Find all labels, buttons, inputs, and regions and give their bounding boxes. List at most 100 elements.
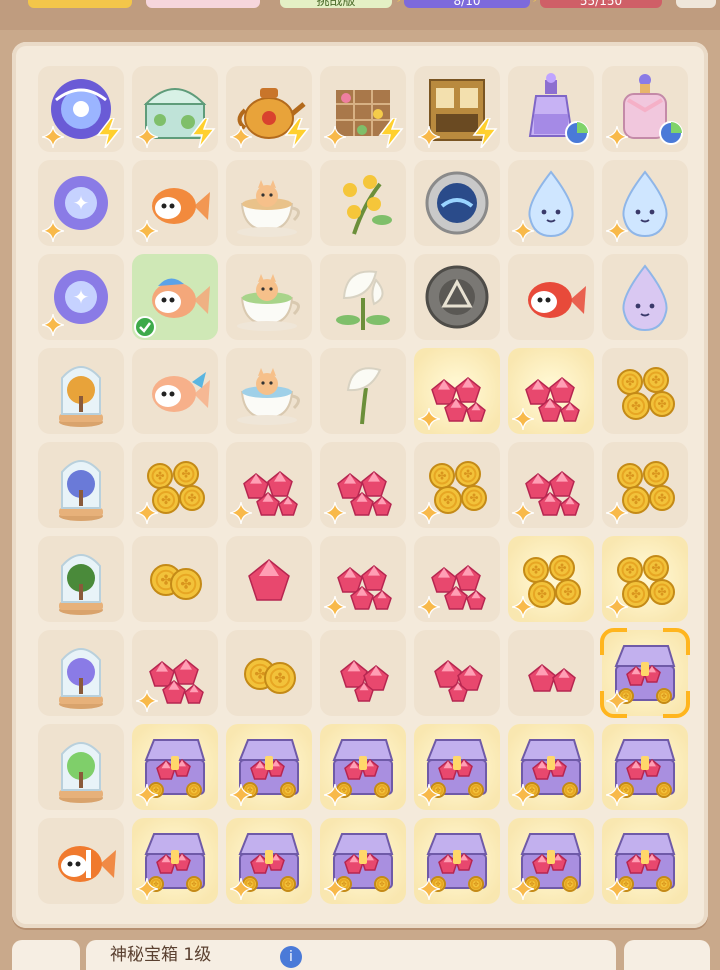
lightning-icon: [96, 117, 122, 149]
coin-pile-icon[interactable]: ✤ ✤ ✤ ✤: [606, 352, 684, 430]
board-cell[interactable]: ✤ ✤: [128, 532, 222, 626]
board-cell[interactable]: ✤ ✤: [222, 626, 316, 720]
board-cell[interactable]: [504, 156, 598, 250]
calla-lily-icon[interactable]: [324, 258, 402, 336]
koi-fish-icon[interactable]: [136, 352, 214, 430]
bottom-right-panel[interactable]: [624, 940, 710, 970]
stone-seal-icon[interactable]: [418, 258, 496, 336]
board-cell[interactable]: [410, 344, 504, 438]
board-cell[interactable]: [222, 344, 316, 438]
board-cell[interactable]: [222, 438, 316, 532]
info-icon[interactable]: i: [280, 946, 302, 968]
board-cell[interactable]: ✤ ✤: [222, 720, 316, 814]
board-cell[interactable]: [504, 250, 598, 344]
board-cell[interactable]: ✤ ✤ ✤ ✤: [128, 438, 222, 532]
cat-teacup-icon[interactable]: [230, 352, 308, 430]
board-cell[interactable]: [222, 62, 316, 156]
board-cell[interactable]: [410, 62, 504, 156]
board-cell[interactable]: [410, 156, 504, 250]
board-cell[interactable]: [128, 626, 222, 720]
board-cell[interactable]: ✤ ✤: [598, 626, 692, 720]
board-cell[interactable]: [316, 250, 410, 344]
cat-tea-cup-icon[interactable]: [230, 164, 308, 242]
bottom-left-panel[interactable]: [12, 940, 80, 970]
water-drop-small-icon[interactable]: [606, 258, 684, 336]
board-cell[interactable]: [34, 626, 128, 720]
board-cell[interactable]: ✤ ✤: [598, 720, 692, 814]
board-cell[interactable]: [222, 156, 316, 250]
coin-counter[interactable]: [28, 0, 132, 8]
board-cell[interactable]: ✦: [34, 250, 128, 344]
gem-icon[interactable]: [230, 540, 308, 618]
osmanthus-flower-icon[interactable]: [324, 164, 402, 242]
board-cell[interactable]: ✤ ✤: [316, 720, 410, 814]
board-cell[interactable]: ✤ ✤ ✤ ✤: [598, 532, 692, 626]
cat-green-tea-icon[interactable]: [230, 258, 308, 336]
board-cell[interactable]: ✤ ✤: [504, 720, 598, 814]
coin-pair-icon[interactable]: ✤ ✤: [230, 634, 308, 712]
board-cell[interactable]: ✤ ✤ ✤ ✤: [504, 532, 598, 626]
coin-pair-icon[interactable]: ✤ ✤: [136, 540, 214, 618]
board-cell[interactable]: [410, 626, 504, 720]
bonsai-jar-icon[interactable]: [42, 540, 120, 618]
board-cell[interactable]: ✤ ✤ ✤ ✤: [598, 344, 692, 438]
energy-a-value: 8/10: [453, 0, 481, 8]
board-cell[interactable]: [316, 156, 410, 250]
clownfish-icon[interactable]: [42, 822, 120, 900]
board-cell[interactable]: [598, 62, 692, 156]
board-cell[interactable]: [504, 62, 598, 156]
energy-counter-b[interactable]: ⚡ 55/150: [532, 0, 662, 8]
board-cell[interactable]: [504, 626, 598, 720]
board-cell[interactable]: [34, 814, 128, 908]
svg-text:✤: ✤: [161, 493, 171, 507]
red-fish-icon[interactable]: [512, 258, 590, 336]
board-cell[interactable]: ✤ ✤: [128, 720, 222, 814]
board-cell[interactable]: [128, 344, 222, 438]
board-cell[interactable]: [34, 344, 128, 438]
board-cell[interactable]: [34, 438, 128, 532]
gem-pair-icon[interactable]: [512, 634, 590, 712]
blue-tree-jar-icon[interactable]: [42, 446, 120, 524]
board-cell[interactable]: [598, 250, 692, 344]
board-cell[interactable]: [410, 250, 504, 344]
golden-tree-jar-icon[interactable]: [42, 352, 120, 430]
green-plant-jar-icon[interactable]: [42, 728, 120, 806]
board-cell[interactable]: [316, 626, 410, 720]
board-cell[interactable]: ✤ ✤ ✤ ✤: [598, 438, 692, 532]
board-cell[interactable]: [222, 250, 316, 344]
board-cell[interactable]: [598, 156, 692, 250]
sparkle-icon: [229, 501, 253, 525]
board-cell[interactable]: [128, 250, 222, 344]
board-cell[interactable]: ✤ ✤: [410, 720, 504, 814]
water-wheel-icon[interactable]: [418, 164, 496, 242]
board-cell[interactable]: [316, 344, 410, 438]
board-cell[interactable]: ✤ ✤ ✤ ✤: [410, 438, 504, 532]
menu-button[interactable]: [676, 0, 716, 8]
board-cell[interactable]: [34, 720, 128, 814]
board-cell[interactable]: [316, 62, 410, 156]
board-cell[interactable]: [128, 62, 222, 156]
board-cell[interactable]: [222, 532, 316, 626]
gem-cluster-icon[interactable]: [324, 634, 402, 712]
board-cell[interactable]: ✤ ✤: [410, 814, 504, 908]
board-cell[interactable]: ✤ ✤: [598, 814, 692, 908]
energy-counter-a[interactable]: ⚡ 8/10: [396, 0, 530, 8]
task-label[interactable]: 挑战版: [280, 0, 392, 9]
gem-cluster-icon[interactable]: [418, 634, 496, 712]
board-cell[interactable]: ✦: [34, 156, 128, 250]
board-cell[interactable]: ✤ ✤: [128, 814, 222, 908]
gem-counter[interactable]: [146, 0, 260, 8]
board-cell[interactable]: [128, 156, 222, 250]
lavender-jar-icon[interactable]: [42, 634, 120, 712]
board-cell[interactable]: ✤ ✤: [316, 814, 410, 908]
board-cell[interactable]: [34, 532, 128, 626]
board-cell[interactable]: [316, 438, 410, 532]
board-cell[interactable]: ✤ ✤: [222, 814, 316, 908]
board-cell[interactable]: ✤ ✤: [504, 814, 598, 908]
board-cell[interactable]: [410, 532, 504, 626]
calla-lily-small-icon[interactable]: [324, 352, 402, 430]
board-cell[interactable]: [504, 438, 598, 532]
board-cell[interactable]: [504, 344, 598, 438]
board-cell[interactable]: [34, 62, 128, 156]
board-cell[interactable]: [316, 532, 410, 626]
